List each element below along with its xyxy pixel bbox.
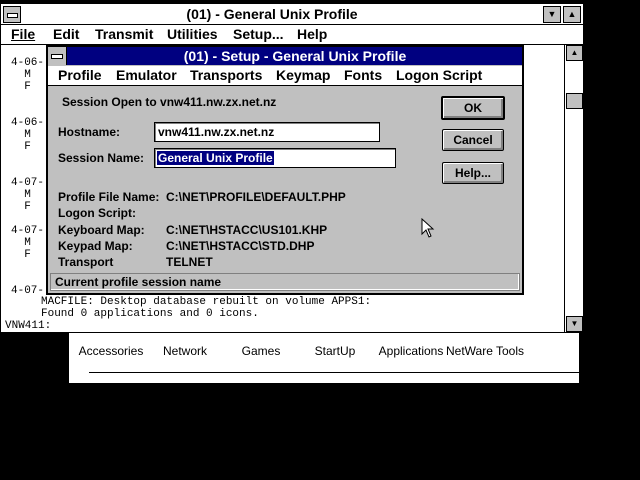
keyboard-map-value: C:\NET\HSTACC\US101.KHP	[166, 223, 328, 237]
vertical-scrollbar[interactable]: ▲ ▼	[564, 45, 583, 332]
horizontal-scrollbar[interactable]	[89, 372, 579, 383]
terminal-menu-bar: File Edit Transmit Utilities Setup... He…	[1, 25, 583, 45]
dialog-title-bar[interactable]: (01) - Setup - General Unix Profile	[48, 47, 522, 65]
scroll-up-arrow-icon[interactable]: ▲	[566, 45, 583, 61]
scroll-down-arrow-icon[interactable]: ▼	[566, 316, 583, 332]
system-menu-icon[interactable]	[48, 47, 67, 65]
hostname-label: Hostname:	[58, 125, 121, 139]
group-icon-startup[interactable]: StartUp	[315, 344, 356, 358]
status-bar: Current profile session name	[50, 273, 520, 291]
terminal-line: MACFILE: Desktop database rebuilt on vol…	[41, 296, 372, 308]
session-name-value: General Unix Profile	[157, 151, 274, 165]
transport-value: TELNET	[166, 255, 213, 269]
terminal-line: Found 0 applications and 0 icons.	[41, 308, 259, 320]
cancel-button[interactable]: Cancel	[442, 129, 504, 151]
dialog-title: (01) - Setup - General Unix Profile	[183, 48, 407, 64]
terminal-line: 4-07-	[11, 225, 45, 237]
menu-transports[interactable]: Transports	[190, 67, 262, 83]
menu-emulator[interactable]: Emulator	[116, 67, 177, 83]
session-name-label: Session Name:	[58, 151, 145, 165]
group-icon-games[interactable]: Games	[242, 344, 281, 358]
minimize-button[interactable]: ▼	[543, 6, 561, 23]
menu-help[interactable]: Help	[297, 26, 327, 42]
terminal-line: 4-06-	[11, 117, 45, 129]
dialog-menu-bar: Profile Emulator Transports Keymap Fonts…	[48, 66, 522, 86]
group-icon-accessories[interactable]: Accessories	[79, 344, 144, 358]
status-text: Current profile session name	[55, 275, 222, 289]
terminal-line: 4-07-	[11, 177, 45, 189]
menu-transmit[interactable]: Transmit	[95, 26, 153, 42]
terminal-line: M	[11, 129, 31, 141]
terminal-line: F	[11, 201, 31, 213]
logon-script-label: Logon Script:	[58, 206, 136, 220]
keyboard-map-label: Keyboard Map:	[58, 223, 145, 237]
menu-file[interactable]: File	[11, 26, 35, 42]
program-group-icons: Accessories Network Games StartUp Applic…	[69, 331, 579, 363]
terminal-line: M	[11, 237, 31, 249]
terminal-prompt: VNW411:	[5, 320, 52, 332]
menu-fonts[interactable]: Fonts	[344, 67, 382, 83]
terminal-title: (01) - General Unix Profile	[186, 6, 358, 22]
ok-button[interactable]: OK	[441, 96, 505, 120]
keypad-map-label: Keypad Map:	[58, 239, 133, 253]
session-open-text: Session Open to vnw411.nw.zx.net.nz	[62, 95, 277, 109]
menu-utilities[interactable]: Utilities	[167, 26, 218, 42]
help-button[interactable]: Help...	[442, 162, 504, 184]
hostname-field[interactable]: vnw411.nw.zx.net.nz	[154, 122, 380, 142]
profile-file-label: Profile File Name:	[58, 190, 160, 204]
menu-keymap[interactable]: Keymap	[276, 67, 330, 83]
profile-file-value: C:\NET\PROFILE\DEFAULT.PHP	[166, 190, 346, 204]
keypad-map-value: C:\NET\HSTACC\STD.DHP	[166, 239, 315, 253]
menu-file-label: File	[11, 26, 36, 42]
mouse-pointer-icon	[421, 218, 435, 238]
group-icon-netware-tools[interactable]: NetWare Tools	[446, 344, 524, 358]
terminal-line: F	[11, 81, 31, 93]
group-icon-network[interactable]: Network	[163, 344, 207, 358]
menu-logon-script[interactable]: Logon Script	[396, 67, 482, 83]
terminal-line: F	[11, 141, 31, 153]
terminal-line: M	[11, 189, 31, 201]
maximize-button[interactable]: ▲	[563, 6, 581, 23]
menu-profile[interactable]: Profile	[58, 67, 102, 83]
menu-setup[interactable]: Setup...	[233, 26, 284, 42]
session-name-field[interactable]: General Unix Profile	[154, 148, 396, 168]
terminal-title-bar[interactable]: (01) - General Unix Profile ▼ ▲	[1, 4, 583, 25]
scroll-thumb[interactable]	[566, 93, 583, 109]
menu-edit[interactable]: Edit	[53, 26, 79, 42]
group-icon-applications[interactable]: Applications	[379, 344, 444, 358]
transport-label: Transport	[58, 255, 114, 269]
program-group-window: Accessories Network Games StartUp Applic…	[68, 330, 580, 384]
hostname-value: vnw411.nw.zx.net.nz	[158, 125, 275, 139]
terminal-line: 4-07-	[11, 285, 45, 297]
setup-dialog: (01) - Setup - General Unix Profile Prof…	[46, 45, 524, 295]
terminal-line: 4-06-	[11, 57, 45, 69]
terminal-line: F	[11, 249, 31, 261]
terminal-line: M	[11, 69, 31, 81]
